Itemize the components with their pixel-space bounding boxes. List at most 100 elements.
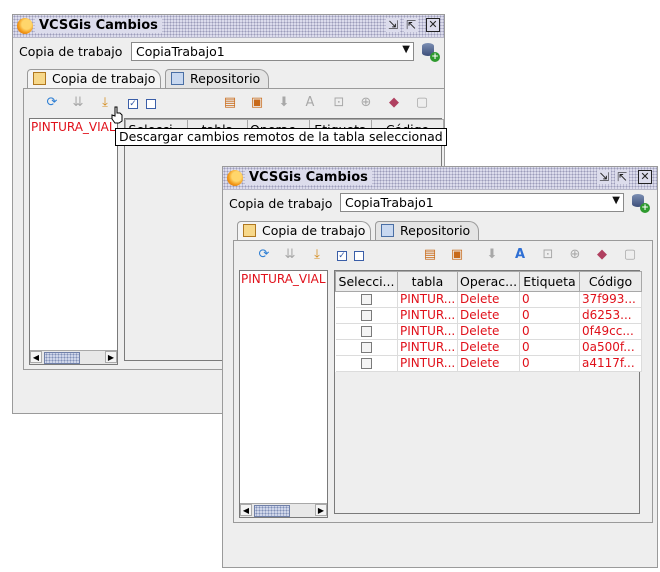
tab-repository[interactable]: Repositorio: [165, 69, 269, 89]
check-all-icon[interactable]: ✓: [128, 99, 138, 109]
cell-table: PINTUR...: [397, 291, 458, 308]
close-icon[interactable]: ✕: [426, 18, 440, 32]
report-icon[interactable]: ▢: [622, 247, 638, 263]
commit-icon[interactable]: ▤: [422, 247, 438, 263]
tab-working-copy[interactable]: Copia de trabajo: [237, 221, 371, 241]
hand-cursor-icon: [111, 106, 123, 124]
row-select-checkbox[interactable]: [335, 291, 398, 308]
list-item[interactable]: PINTURA_VIAL: [31, 120, 116, 134]
zoom-icon[interactable]: ⊡: [540, 247, 556, 263]
window-title: VCSGis Cambios: [35, 18, 162, 33]
download-multi-icon[interactable]: ⇊: [70, 95, 86, 111]
text-icon[interactable]: A: [512, 247, 528, 263]
refresh-icon[interactable]: ⟳: [256, 247, 272, 263]
column-header-table[interactable]: tabla: [397, 271, 458, 292]
eraser-icon[interactable]: ◆: [386, 95, 402, 111]
cell-table: PINTUR...: [397, 307, 458, 324]
cell-table: PINTUR...: [397, 339, 458, 356]
revert-icon[interactable]: ▣: [249, 95, 265, 111]
scroll-thumb[interactable]: [44, 352, 80, 364]
arrow-down-icon[interactable]: ⬇: [484, 247, 500, 263]
working-copy-select[interactable]: CopiaTrabajo1 ▼: [340, 193, 624, 212]
cell-label: 0: [519, 323, 580, 340]
front-window: VCSGis Cambios ⇲ ⇱ ✕ Copia de trabajo Co…: [222, 166, 658, 568]
chevron-down-icon: ▼: [402, 44, 410, 55]
download-icon[interactable]: ⤓: [309, 247, 325, 263]
cell-code: 0f49cc...: [579, 323, 642, 340]
minimize-icon[interactable]: ⇲: [597, 170, 611, 184]
table-row[interactable]: PINTUR... Delete 0 a4117f...: [335, 355, 642, 372]
scroll-left-icon[interactable]: ◀: [240, 504, 252, 516]
tab-repository[interactable]: Repositorio: [375, 221, 479, 241]
uncheck-all-icon[interactable]: [354, 251, 364, 261]
working-copy-value: CopiaTrabajo1: [345, 195, 434, 210]
maximize-icon[interactable]: ⇱: [404, 18, 418, 32]
revert-icon[interactable]: ▣: [449, 247, 465, 263]
horizontal-scrollbar[interactable]: ◀ ▶: [30, 350, 117, 364]
tables-list[interactable]: PINTURA_VIAL ◀ ▶: [29, 118, 118, 365]
tab-label: Copia de trabajo: [52, 71, 156, 86]
cell-table: PINTUR...: [397, 355, 458, 372]
app-icon: [17, 18, 33, 34]
close-icon[interactable]: ✕: [638, 170, 652, 184]
app-icon: [227, 170, 243, 186]
horizontal-scrollbar[interactable]: ◀ ▶: [240, 503, 327, 517]
row-select-checkbox[interactable]: [335, 355, 398, 372]
changes-table: Selecci... tabla Operac... Etiqueta Códi…: [334, 270, 642, 514]
refresh-icon[interactable]: ⟳: [44, 95, 60, 111]
download-multi-icon[interactable]: ⇊: [282, 247, 298, 263]
window-title: VCSGis Cambios: [245, 170, 372, 185]
row-select-checkbox[interactable]: [335, 307, 398, 324]
column-header-label[interactable]: Etiqueta: [519, 271, 580, 292]
uncheck-all-icon[interactable]: [146, 99, 156, 109]
scroll-right-icon[interactable]: ▶: [105, 351, 117, 363]
commit-icon[interactable]: ▤: [222, 95, 238, 111]
table-row[interactable]: PINTUR... Delete 0 0f49cc...: [335, 323, 642, 340]
working-copy-label: Copia de trabajo: [229, 196, 333, 211]
tab-label: Repositorio: [400, 223, 471, 238]
add-database-icon[interactable]: +: [422, 43, 440, 62]
check-all-icon[interactable]: ✓: [337, 251, 347, 261]
working-copy-icon: [33, 72, 46, 85]
cell-label: 0: [519, 339, 580, 356]
tab-label: Copia de trabajo: [262, 223, 366, 238]
center-icon[interactable]: ⊕: [358, 95, 374, 111]
row-select-checkbox[interactable]: [335, 323, 398, 340]
table-row[interactable]: PINTUR... Delete 0 37f993...: [335, 291, 642, 308]
maximize-icon[interactable]: ⇱: [615, 170, 629, 184]
working-copy-label: Copia de trabajo: [19, 44, 123, 59]
report-icon[interactable]: ▢: [414, 95, 430, 111]
cell-label: 0: [519, 291, 580, 308]
column-header-code[interactable]: Código: [579, 271, 642, 292]
center-icon[interactable]: ⊕: [567, 247, 583, 263]
table-row[interactable]: PINTUR... Delete 0 0a500f...: [335, 339, 642, 356]
text-icon[interactable]: A: [302, 95, 318, 111]
cell-operation: Delete: [457, 339, 520, 356]
title-bar[interactable]: VCSGis Cambios ⇲ ⇱ ✕: [13, 15, 444, 38]
cell-operation: Delete: [457, 355, 520, 372]
list-item[interactable]: PINTURA_VIAL: [241, 272, 326, 286]
arrow-down-icon[interactable]: ⬇: [276, 95, 292, 111]
cell-code: 37f993...: [579, 291, 642, 308]
row-select-checkbox[interactable]: [335, 339, 398, 356]
working-copy-select[interactable]: CopiaTrabajo1 ▼: [131, 42, 414, 61]
scroll-right-icon[interactable]: ▶: [315, 504, 327, 516]
tables-list[interactable]: PINTURA_VIAL ◀ ▶: [239, 270, 328, 518]
eraser-icon[interactable]: ◆: [594, 247, 610, 263]
cell-operation: Delete: [457, 307, 520, 324]
table-row[interactable]: PINTUR... Delete 0 d6253...: [335, 307, 642, 324]
title-bar[interactable]: VCSGis Cambios ⇲ ⇱ ✕: [223, 167, 657, 190]
add-database-icon[interactable]: +: [632, 194, 650, 213]
tab-working-copy[interactable]: Copia de trabajo: [27, 69, 161, 89]
minimize-icon[interactable]: ⇲: [386, 18, 400, 32]
cell-code: 0a500f...: [579, 339, 642, 356]
repository-icon: [171, 72, 184, 85]
scroll-thumb[interactable]: [254, 505, 290, 517]
repository-panel: ⟳ ⇊ ⤓ ✓ ▤ ▣ ⬇ A ⊡ ⊕ ◆ ▢ PINTURA_VIAL ◀ ▶: [233, 240, 653, 523]
column-header-operation[interactable]: Operac...: [457, 271, 520, 292]
column-header-selection[interactable]: Selecci...: [335, 271, 398, 292]
tab-label: Repositorio: [190, 71, 261, 86]
download-tooltip: Descargar cambios remotos de la tabla se…: [115, 128, 447, 146]
zoom-icon[interactable]: ⊡: [331, 95, 347, 111]
scroll-left-icon[interactable]: ◀: [30, 351, 42, 363]
